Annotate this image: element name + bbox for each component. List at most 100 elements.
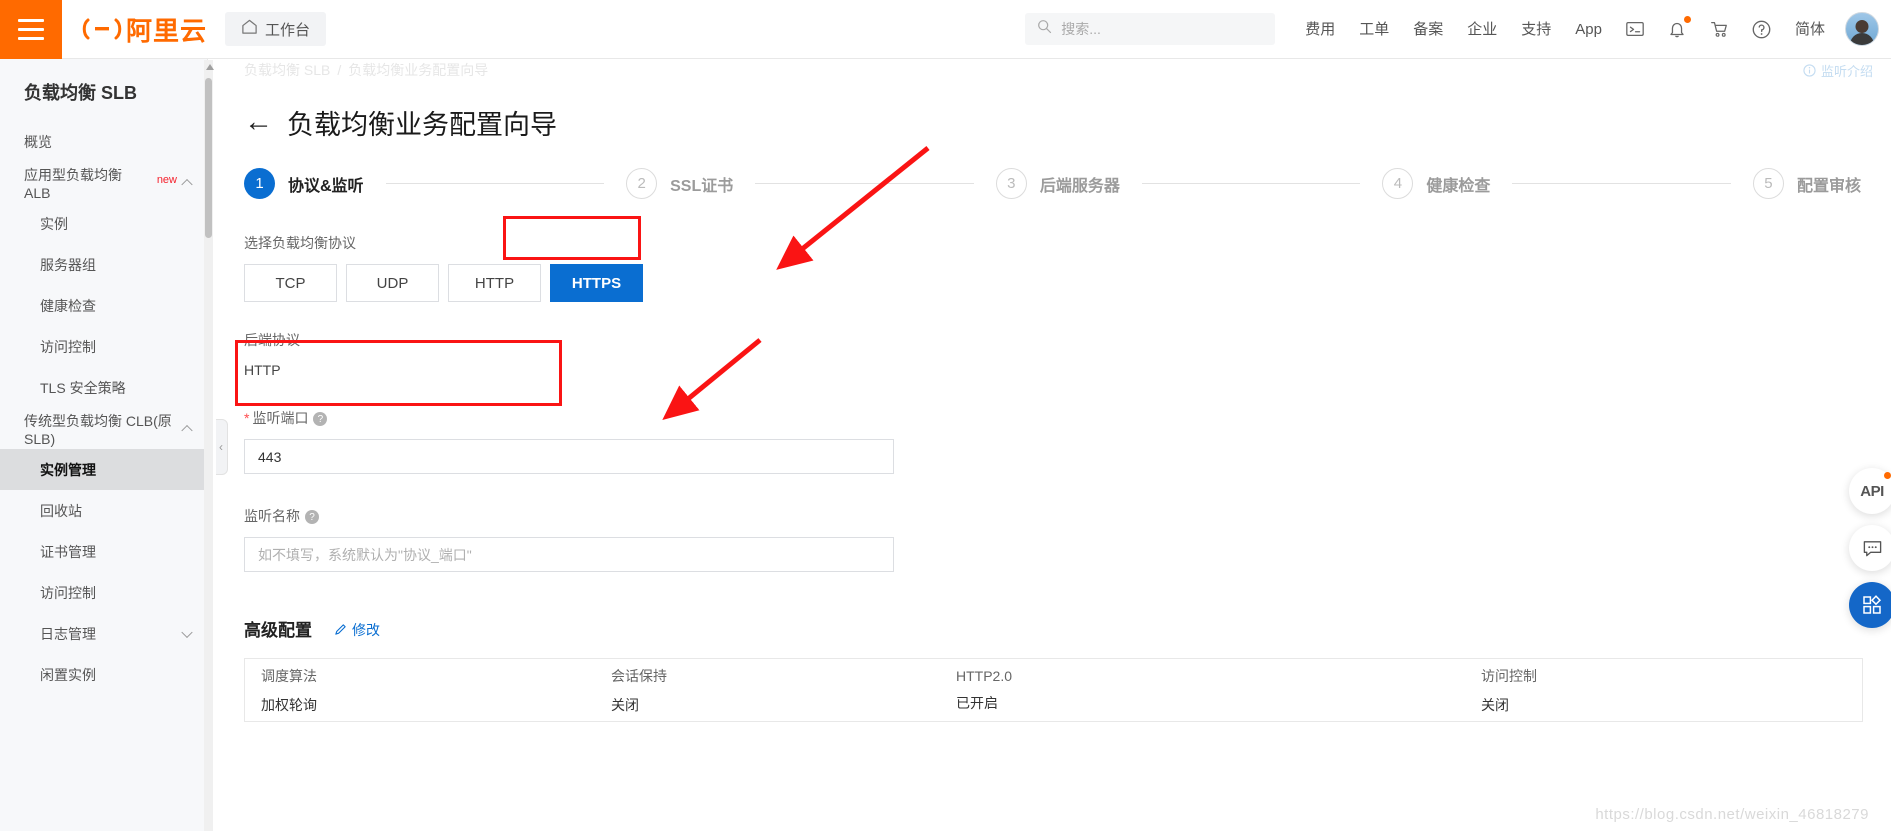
brand[interactable]: 阿里云 [82, 11, 207, 48]
listen-port-input[interactable] [244, 439, 894, 474]
hamburger-icon[interactable] [0, 0, 62, 59]
cart-icon[interactable] [1698, 0, 1740, 59]
feedback-button[interactable] [1849, 525, 1891, 571]
terminal-icon[interactable] [1614, 0, 1656, 59]
step-label: 协议&监听 [288, 177, 364, 195]
avatar[interactable] [1845, 12, 1879, 46]
listener-name-label-text: 监听名称 [244, 508, 300, 524]
workbench-button[interactable]: 工作台 [225, 12, 327, 46]
step-connector [1512, 183, 1731, 184]
scrollbar-thumb[interactable] [205, 78, 212, 238]
chat-icon [1863, 540, 1881, 556]
main-content: 负载均衡 SLB / 负载均衡业务配置向导 监听介绍 ← 负载均衡业务配置向导 … [216, 59, 1891, 831]
search-input[interactable] [1061, 21, 1264, 37]
advanced-config-header: 高级配置 修改 [216, 616, 1891, 641]
advanced-config-title: 高级配置 [244, 621, 312, 640]
chevron-up-icon[interactable] [181, 424, 193, 436]
step-number: 4 [1382, 168, 1414, 199]
sidebar-item-overview[interactable]: 概览 [0, 121, 207, 162]
step-4-health-check[interactable]: 4 健康检查 [1382, 168, 1490, 199]
step-label: 配置审核 [1796, 177, 1861, 195]
sidebar-item-access-control-clb[interactable]: 访问控制 [0, 572, 207, 613]
backend-protocol-label: 后端协议 [244, 332, 300, 348]
step-number: 5 [1752, 168, 1784, 199]
top-nav: 费用 工单 备案 企业 支持 App 简体 [1293, 0, 1837, 59]
protocol-option-https[interactable]: HTTPS [550, 264, 643, 302]
api-button[interactable]: API [1849, 468, 1891, 514]
sidebar-item-tls-policy[interactable]: TLS 安全策略 [0, 367, 207, 408]
sidebar: 负载均衡 SLB 概览 应用型负载均衡 ALB new 实例 服务器组 健康检查… [0, 59, 208, 831]
config-form: 选择负载均衡协议 TCP UDP HTTP HTTPS 后端协议 HTTP * 监… [216, 199, 1891, 722]
sidebar-item-label: 实例管理 [40, 461, 96, 478]
language-switcher[interactable]: 简体 [1783, 0, 1837, 59]
topnav-item-icp[interactable]: 备案 [1401, 0, 1455, 59]
sidebar-item-health-check[interactable]: 健康检查 [0, 285, 207, 326]
sidebar-item-recycle-bin[interactable]: 回收站 [0, 490, 207, 531]
topnav-item-enterprise[interactable]: 企业 [1455, 0, 1509, 59]
brand-name: 阿里云 [126, 15, 208, 46]
breadcrumb-item-current: 负载均衡业务配置向导 [348, 62, 489, 78]
sidebar-item-alb-group[interactable]: 应用型负载均衡 ALB new [0, 162, 207, 203]
sidebar-title: 负载均衡 SLB [24, 83, 138, 103]
monitor-intro-link[interactable]: 监听介绍 [1803, 61, 1873, 80]
apps-button[interactable] [1849, 582, 1891, 628]
sidebar-item-label: TLS 安全策略 [40, 379, 126, 396]
protocol-section-label: 选择负载均衡协议 [244, 235, 356, 251]
sidebar-item-server-group[interactable]: 服务器组 [0, 244, 207, 285]
protocol-option-http[interactable]: HTTP [448, 264, 541, 302]
search-box[interactable] [1025, 13, 1276, 45]
step-connector [1141, 183, 1361, 184]
advanced-field-key: 调度算法 [261, 667, 317, 684]
bell-icon[interactable] [1656, 0, 1698, 59]
topnav-item-app[interactable]: App [1563, 0, 1614, 59]
step-1-protocol-listener[interactable]: 1 协议&监听 [244, 168, 364, 199]
sidebar-item-access-control-alb[interactable]: 访问控制 [0, 326, 207, 367]
monitor-intro-label: 监听介绍 [1820, 64, 1873, 79]
sidebar-item-idle-instance[interactable]: 闲置实例 [0, 654, 207, 695]
chevron-up-icon[interactable] [181, 178, 193, 190]
sidebar-item-alb-instance[interactable]: 实例 [0, 203, 207, 244]
required-asterisk: * [244, 410, 250, 426]
help-icon[interactable]: ? [305, 510, 319, 525]
float-button-group: API [1849, 468, 1891, 628]
advanced-field-session: 会话保持 关闭 [611, 666, 956, 715]
page-title: 负载均衡业务配置向导 [287, 110, 557, 140]
step-2-ssl-certificate[interactable]: 2 SSL证书 [626, 168, 733, 199]
step-wizard: 1 协议&监听 2 SSL证书 3 后端服务器 4 健康检查 5 配置审核 [216, 142, 1891, 199]
new-badge: new [156, 173, 177, 186]
back-arrow-icon[interactable]: ← [244, 108, 273, 137]
scroll-up-arrow-icon[interactable] [206, 64, 214, 70]
sidebar-item-certificate-management[interactable]: 证书管理 [0, 531, 207, 572]
pencil-icon [335, 624, 346, 635]
listener-name-input[interactable] [244, 537, 894, 572]
advanced-config-edit-button[interactable]: 修改 [334, 620, 380, 640]
step-connector [755, 183, 974, 184]
sidebar-item-instance-management[interactable]: 实例管理 [0, 449, 207, 490]
topnav-item-support[interactable]: 支持 [1509, 0, 1563, 59]
advanced-field-value: 加权轮询 [261, 696, 317, 713]
sidebar-collapse-handle[interactable]: ‹ [216, 419, 228, 475]
sidebar-scrollbar[interactable] [204, 60, 214, 831]
help-icon[interactable]: ? [313, 412, 328, 427]
sidebar-item-log-management[interactable]: 日志管理 [0, 613, 207, 654]
sidebar-item-label: 闲置实例 [40, 666, 96, 683]
advanced-field-value: 已开启 [956, 694, 998, 711]
step-3-backend-server[interactable]: 3 后端服务器 [995, 168, 1120, 199]
breadcrumb-item-root[interactable]: 负载均衡 SLB [244, 60, 330, 80]
topnav-item-ticket[interactable]: 工单 [1347, 0, 1401, 59]
advanced-field-http2: HTTP2.0 已开启 [956, 668, 1481, 713]
step-5-config-review[interactable]: 5 配置审核 [1752, 168, 1861, 199]
apps-grid-icon [1863, 595, 1882, 614]
sidebar-item-clb-group[interactable]: 传统型负载均衡 CLB(原SLB) [0, 408, 207, 449]
advanced-field-key: HTTP2.0 [956, 667, 1013, 684]
workbench-label: 工作台 [265, 21, 311, 39]
protocol-option-tcp[interactable]: TCP [244, 264, 337, 302]
advanced-field-key: 访问控制 [1481, 667, 1537, 684]
step-number: 1 [244, 168, 275, 199]
topnav-item-fee[interactable]: 费用 [1293, 0, 1347, 59]
page-title-row: ← 负载均衡业务配置向导 [216, 81, 1891, 142]
protocol-option-udp[interactable]: UDP [346, 264, 439, 302]
help-icon[interactable] [1740, 0, 1783, 59]
step-label: SSL证书 [670, 177, 734, 195]
chevron-down-icon[interactable] [181, 626, 193, 638]
